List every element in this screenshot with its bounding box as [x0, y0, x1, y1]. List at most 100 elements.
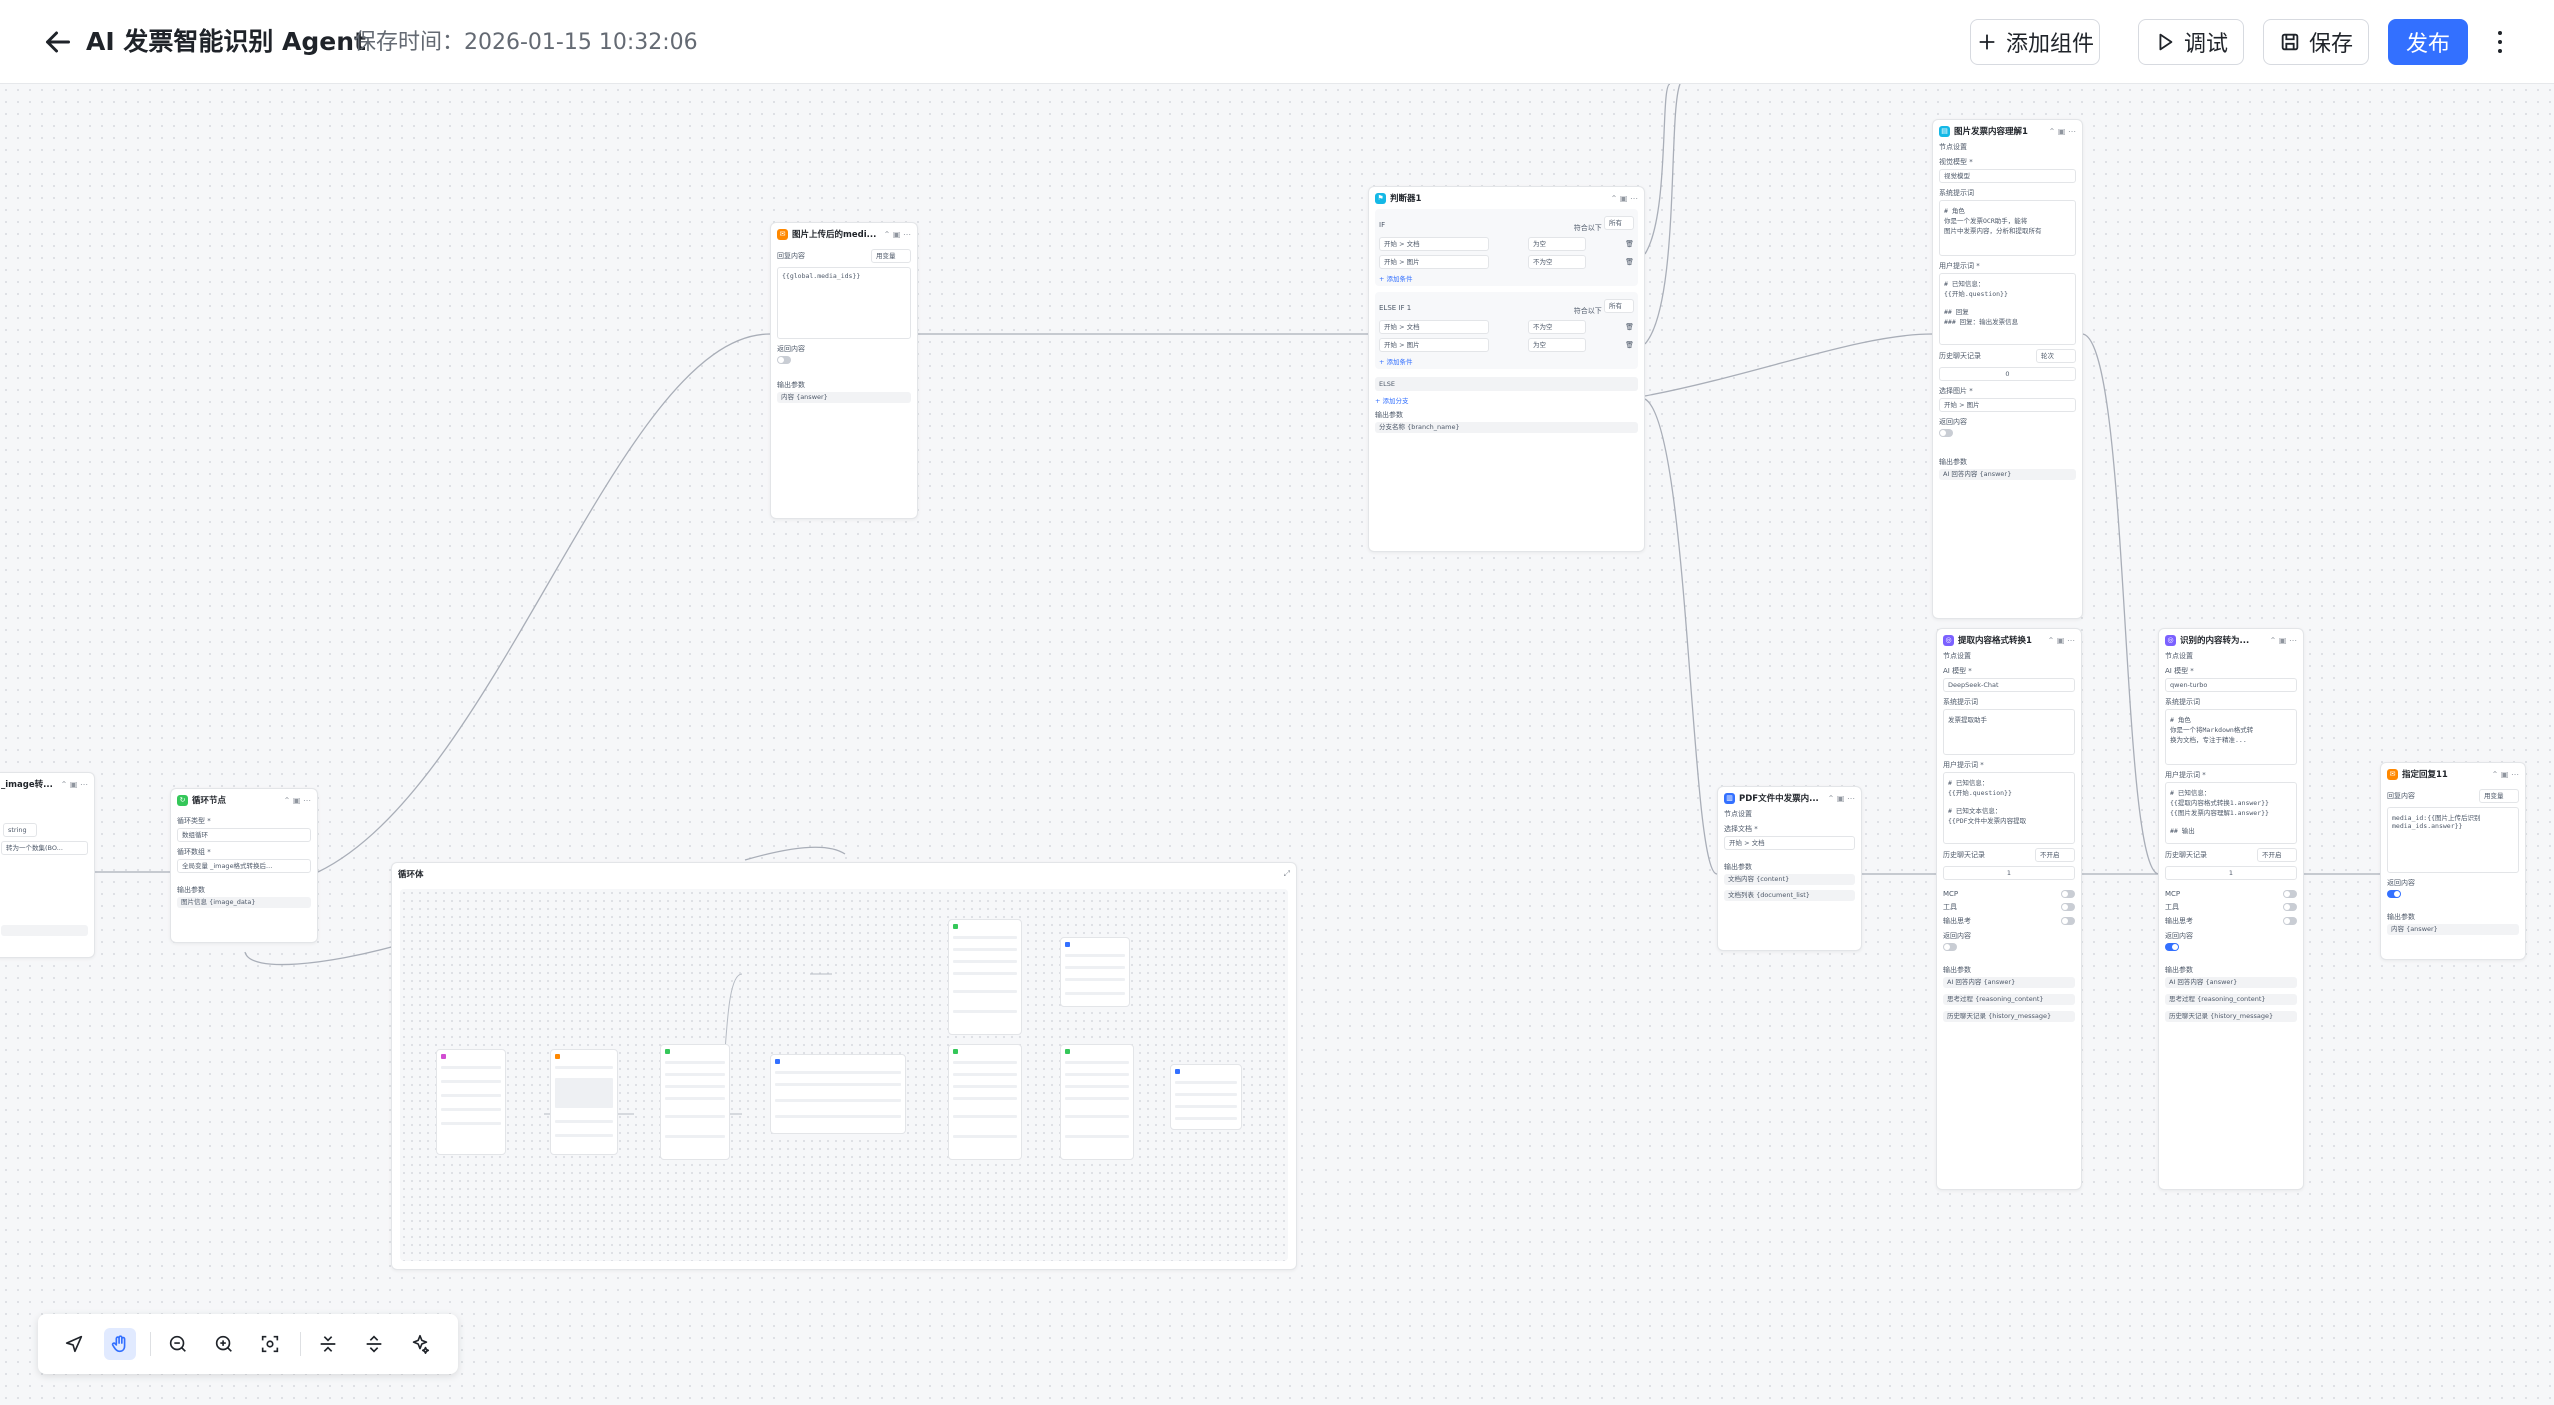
- model-label: 视觉模型 *: [1939, 158, 1973, 166]
- node-controls-icon[interactable]: ⌃ ▣ ⋯: [284, 796, 311, 805]
- more-menu-icon[interactable]: [2486, 22, 2514, 62]
- loop-body-canvas[interactable]: [400, 889, 1288, 1261]
- add-condition-link[interactable]: + 添加条件: [1379, 273, 1634, 283]
- navigate-icon[interactable]: [58, 1328, 90, 1360]
- node-controls-icon[interactable]: ⌃ ▣ ⋯: [1611, 194, 1638, 203]
- node-controls-icon[interactable]: ⌃ ▣ ⋯: [1828, 794, 1855, 803]
- system-prompt-input[interactable]: # 角色 你是一个发票OCR助手，能将 图片中发票内容，分析和提取所有: [1939, 200, 2076, 256]
- node-pdf-extract[interactable]: ▥ PDF文件中发票内... ⌃ ▣ ⋯ 节点设置 选择文档 * 开始 > 文档…: [1717, 786, 1862, 951]
- delete-icon[interactable]: 🗑: [1625, 323, 1634, 331]
- cond1-op[interactable]: 为空: [1528, 237, 1587, 251]
- system-prompt-input[interactable]: # 角色 你是一个将Markdown格式转 换为文档，专注于精准...: [2165, 709, 2297, 765]
- fit-view-icon[interactable]: [254, 1328, 286, 1360]
- loop-mini-node-5[interactable]: [948, 919, 1022, 1035]
- tool-toggle[interactable]: [2283, 903, 2297, 911]
- history-mode-select[interactable]: 不开启: [2257, 848, 2297, 862]
- file-select[interactable]: 开始 > 文档: [1724, 836, 1855, 850]
- think-toggle[interactable]: [2283, 917, 2297, 925]
- reply-content-input[interactable]: media_id:{{图片上传后识别 media_ids.answer}}: [2387, 807, 2519, 873]
- node-image-upload-reply[interactable]: ✉ 图片上传后的medi... ⌃ ▣ ⋯ 回复内容 用变量 {{global.m…: [770, 222, 918, 519]
- hand-icon[interactable]: [104, 1328, 136, 1360]
- node-loop[interactable]: ↻ 循环节点 ⌃ ▣ ⋯ 循环类型 * 数组循环 循环数组 * 全局变量 _im…: [170, 788, 318, 943]
- node-loop-body[interactable]: 循环体 ⤢: [391, 862, 1297, 1270]
- cond2-field[interactable]: 开始 > 图片: [1379, 255, 1489, 269]
- beautify-icon[interactable]: [404, 1328, 436, 1360]
- add-condition-link[interactable]: + 添加条件: [1379, 356, 1634, 366]
- node-recognize-convert[interactable]: ◎ 识别的内容转为... ⌃ ▣ ⋯ 节点设置 AI 模型 * qwen-tur…: [2158, 628, 2304, 1190]
- reply-mode-select[interactable]: 用变量: [2479, 789, 2519, 803]
- loop-mini-node-2[interactable]: [550, 1049, 618, 1155]
- node-controls-icon[interactable]: ⌃ ▣ ⋯: [2492, 770, 2519, 779]
- expand-icon[interactable]: ⤢: [1284, 869, 1290, 879]
- expand-icon[interactable]: [358, 1328, 390, 1360]
- node-controls-icon[interactable]: ⌃ ▣ ⋯: [61, 780, 88, 789]
- workflow-canvas[interactable]: _image转... ⌃ ▣ ⋯ string 转为一个数集(BO... ↻ 循…: [0, 84, 2554, 1405]
- save-label: 保存: [2308, 32, 2353, 57]
- loop-mini-node-4[interactable]: [770, 1054, 906, 1134]
- user-prompt-input[interactable]: # 已知信息： {{提取内容格式转换1.answer}} {{图片发票内容理解1…: [2165, 782, 2297, 844]
- node-image-convert[interactable]: _image转... ⌃ ▣ ⋯ string 转为一个数集(BO...: [0, 772, 95, 958]
- loop-mini-node-3[interactable]: [660, 1044, 730, 1160]
- return-toggle[interactable]: [2387, 890, 2401, 898]
- cond3-op[interactable]: 不为空: [1528, 320, 1587, 334]
- user-prompt-input[interactable]: # 已知信息： {{开始.question}} ## 回复 ### 回复：输出发…: [1939, 273, 2076, 345]
- model-select[interactable]: DeepSeek-Chat: [1943, 678, 2075, 692]
- zoom-in-icon[interactable]: [208, 1328, 240, 1360]
- cond4-field[interactable]: 开始 > 图片: [1379, 338, 1489, 352]
- history-mode-select[interactable]: 轮次: [2036, 349, 2076, 363]
- node-controls-icon[interactable]: ⌃ ▣ ⋯: [2048, 636, 2075, 645]
- pick-image-select[interactable]: 开始 > 图片: [1939, 398, 2076, 412]
- node-judge[interactable]: ⚑ 判断器1 ⌃ ▣ ⋯ IF 符合以下 所有 开始 > 文档 为空 🗑 开始 > 图…: [1368, 186, 1645, 552]
- delete-icon[interactable]: 🗑: [1625, 258, 1634, 266]
- tool-toggle[interactable]: [2061, 903, 2075, 911]
- debug-button[interactable]: 调试: [2138, 19, 2244, 65]
- system-prompt-input[interactable]: 发票提取助手: [1943, 709, 2075, 755]
- loop-array-select[interactable]: 全局变量 _image格式转换后...: [177, 859, 311, 873]
- collapse-icon[interactable]: [312, 1328, 344, 1360]
- publish-button[interactable]: 发布: [2388, 19, 2468, 65]
- history-count-input[interactable]: 1: [1943, 866, 2075, 880]
- loop-mini-node-7[interactable]: [948, 1044, 1022, 1160]
- loop-mini-node-1[interactable]: [436, 1049, 506, 1155]
- node-designated-reply[interactable]: ✉ 指定回复11 ⌃ ▣ ⋯ 回复内容 用变量 media_id:{{图片上传后识…: [2380, 762, 2526, 960]
- return-toggle[interactable]: [777, 356, 791, 364]
- history-count-input[interactable]: 0: [1939, 367, 2076, 381]
- node-image-understand[interactable]: ▤ 图片发票内容理解1 ⌃ ▣ ⋯ 节点设置 视觉模型 * 视觉模型 系统提示词…: [1932, 119, 2083, 619]
- node-controls-icon[interactable]: ⌃ ▣ ⋯: [2049, 127, 2076, 136]
- model-select[interactable]: qwen-turbo: [2165, 678, 2297, 692]
- model-select[interactable]: 视觉模型: [1939, 169, 2076, 183]
- delete-icon[interactable]: 🗑: [1625, 240, 1634, 248]
- loop-type-select[interactable]: 数组循环: [177, 828, 311, 842]
- add-branch-link[interactable]: + 添加分支: [1375, 395, 1638, 405]
- loop-mini-node-9[interactable]: [1170, 1064, 1242, 1130]
- think-toggle[interactable]: [2061, 917, 2075, 925]
- mcp-toggle[interactable]: [2061, 890, 2075, 898]
- save-button[interactable]: 保存: [2263, 19, 2369, 65]
- debug-label: 调试: [2183, 32, 2228, 57]
- reply-mode-select[interactable]: 用变量: [871, 249, 911, 263]
- cond4-op[interactable]: 为空: [1528, 338, 1587, 352]
- field-value[interactable]: 转为一个数集(BO...: [1, 841, 88, 855]
- delete-icon[interactable]: 🗑: [1625, 341, 1634, 349]
- cond1-field[interactable]: 开始 > 文档: [1379, 237, 1489, 251]
- cond2-op[interactable]: 不为空: [1528, 255, 1587, 269]
- cond3-field[interactable]: 开始 > 文档: [1379, 320, 1489, 334]
- return-toggle[interactable]: [2165, 943, 2179, 951]
- return-toggle[interactable]: [1939, 429, 1953, 437]
- node-format-convert[interactable]: ◎ 提取内容格式转换1 ⌃ ▣ ⋯ 节点设置 AI 模型 * DeepSeek-…: [1936, 628, 2082, 1190]
- history-count-input[interactable]: 1: [2165, 866, 2297, 880]
- add-component-button[interactable]: 添加组件: [1970, 19, 2100, 65]
- user-prompt-input[interactable]: # 已知信息： {{开始.question}} # 已知文本信息： {{PDF文…: [1943, 772, 2075, 844]
- history-mode-select[interactable]: 不开启: [2035, 848, 2075, 862]
- back-arrow-icon[interactable]: [40, 24, 76, 60]
- return-toggle[interactable]: [1943, 943, 1957, 951]
- node-controls-icon[interactable]: ⌃ ▣ ⋯: [2270, 636, 2297, 645]
- loop-mini-node-8[interactable]: [1060, 1044, 1134, 1160]
- mcp-toggle[interactable]: [2283, 890, 2297, 898]
- loop-mini-node-6[interactable]: [1060, 937, 1130, 1007]
- node-controls-icon[interactable]: ⌃ ▣ ⋯: [884, 230, 911, 239]
- zoom-out-icon[interactable]: [162, 1328, 194, 1360]
- any-select[interactable]: 所有: [1604, 299, 1634, 313]
- reply-content-input[interactable]: {{global.media_ids}}: [777, 267, 911, 339]
- any-select[interactable]: 所有: [1604, 216, 1634, 230]
